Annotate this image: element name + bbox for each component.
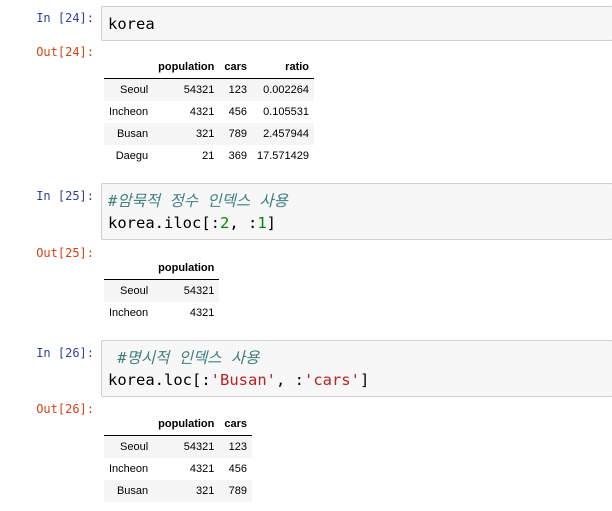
column-header: ratio — [252, 56, 315, 79]
table-cell: 4321 — [189, 463, 215, 475]
table-cell: 4321 — [189, 106, 215, 118]
table-cell: 456 — [228, 106, 248, 118]
table-cell: 789 — [228, 485, 248, 497]
table-cell: 54321 — [183, 84, 215, 96]
dataframe-output: population cars Seoul 54321 123 Incheon 4321 45… — [104, 413, 253, 502]
output-prompt: Out[24]: — [36, 45, 94, 59]
index-header — [104, 413, 154, 436]
input-prompt: In [25]: — [36, 189, 94, 203]
table-cell: 17.571429 — [257, 150, 310, 162]
code-line: #명시적 인덱스 사용 — [108, 347, 612, 369]
table-row: Busan 321 789 — [104, 480, 253, 502]
row-index: Seoul — [120, 285, 149, 297]
table-cell: 456 — [228, 463, 248, 475]
code-input-cell[interactable]: #명시적 인덱스 사용 korea.loc[:'Busan', :'cars'] — [101, 340, 612, 397]
table-row: Incheon 4321 456 — [104, 458, 252, 480]
code-token: korea.loc[: — [108, 371, 211, 389]
row-index: Seoul — [120, 441, 149, 453]
row-index: Busan — [116, 128, 149, 140]
row-index: Busan — [116, 485, 149, 497]
code-comment: #명시적 인덱스 사용 — [108, 349, 260, 367]
input-prompt: In [26]: — [36, 346, 94, 360]
table-cell: 0.105531 — [263, 106, 310, 118]
table-cell: 0.002264 — [263, 84, 310, 96]
output-prompt: Out[26]: — [36, 402, 94, 416]
table-header-row: population cars — [104, 413, 253, 436]
code-token: ] — [359, 371, 370, 389]
code-comment: #암묵적 정수 인덱스 사용 — [108, 192, 288, 210]
code-string: 'Busan' — [210, 371, 276, 389]
row-index: Seoul — [120, 84, 149, 96]
table-row: Seoul 54321 123 0.002264 — [104, 78, 315, 101]
table-cell: 123 — [228, 84, 248, 96]
code-token: korea.iloc[: — [108, 214, 220, 232]
column-header: population — [153, 413, 220, 436]
code-line: korea.iloc[:2, :1] — [108, 212, 612, 234]
table-header-row: population — [104, 257, 220, 280]
table-cell: 54321 — [183, 285, 215, 297]
code-token: , : — [275, 371, 304, 389]
output-prompt: Out[25]: — [36, 246, 94, 260]
table-row: Busan 321 789 2.457944 — [104, 123, 315, 145]
table-cell: 369 — [228, 150, 248, 162]
code-string: 'cars' — [303, 371, 360, 389]
code-line: korea — [108, 13, 612, 35]
code-number: 2 — [219, 214, 230, 232]
code-input-cell[interactable]: #암묵적 정수 인덱스 사용 korea.iloc[:2, :1] — [101, 183, 612, 240]
code-input-cell[interactable]: korea — [101, 6, 612, 41]
table-header-row: population cars ratio — [104, 56, 315, 79]
table-row: Incheon 4321 — [104, 302, 219, 324]
table-cell: 123 — [228, 441, 248, 453]
table-cell: 321 — [196, 128, 215, 140]
row-index: Incheon — [109, 106, 149, 118]
table-cell: 54321 — [183, 441, 215, 453]
dataframe-output: population cars ratio Seoul 54321 123 0.002264… — [104, 56, 315, 167]
table-cell: 21 — [202, 150, 215, 162]
index-header — [104, 56, 154, 79]
table-row: Seoul 54321 — [104, 279, 220, 302]
code-number: 1 — [257, 214, 267, 232]
table-row: Daegu 21 369 17.571429 — [104, 145, 314, 167]
row-index: Incheon — [109, 463, 149, 475]
code-line: #암묵적 정수 인덱스 사용 — [108, 190, 612, 212]
input-prompt: In [24]: — [36, 11, 94, 25]
code-token: , : — [229, 214, 258, 232]
dataframe-output: population Seoul 54321 Incheon 4321 — [104, 257, 220, 324]
column-header: cars — [219, 56, 253, 79]
index-header — [104, 257, 154, 280]
code-token: korea — [108, 15, 155, 33]
table-row: Incheon 4321 456 0.105531 — [104, 101, 314, 123]
row-index: Incheon — [109, 307, 149, 319]
table-cell: 4321 — [189, 307, 215, 319]
code-line: korea.loc[:'Busan', :'cars'] — [108, 369, 612, 391]
column-header: population — [153, 56, 220, 79]
code-token: ] — [266, 214, 277, 232]
table-row: Seoul 54321 123 — [104, 435, 253, 458]
table-cell: 789 — [228, 128, 248, 140]
row-index: Daegu — [115, 150, 149, 162]
column-header: cars — [219, 413, 253, 436]
table-cell: 2.457944 — [263, 128, 310, 140]
column-header: population — [153, 257, 220, 280]
table-cell: 321 — [196, 485, 215, 497]
